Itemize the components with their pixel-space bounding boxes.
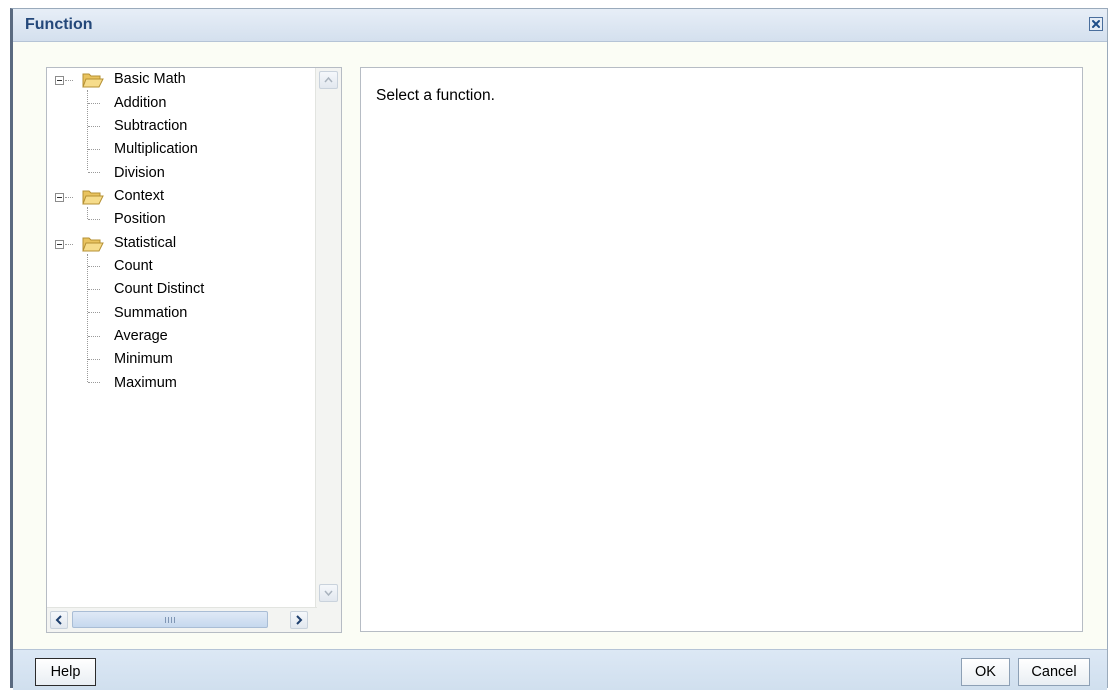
chevron-up-icon bbox=[324, 76, 333, 83]
tree-item-addition[interactable]: Addition bbox=[114, 93, 166, 113]
tree-item-summation[interactable]: Summation bbox=[114, 303, 187, 323]
function-tree-panel: Basic Math Addition Subtraction Multipli… bbox=[46, 67, 342, 633]
function-dialog: Function Basic Math Addition Subtraction… bbox=[10, 8, 1108, 690]
collapse-icon[interactable] bbox=[55, 76, 64, 85]
tree-vertical-scrollbar[interactable] bbox=[315, 68, 341, 609]
chevron-right-icon bbox=[296, 615, 303, 625]
cancel-button[interactable]: Cancel bbox=[1018, 658, 1090, 686]
tree-folder-basic-math[interactable]: Basic Math bbox=[114, 69, 186, 89]
collapse-icon[interactable] bbox=[55, 240, 64, 249]
tree-item-minimum[interactable]: Minimum bbox=[114, 349, 173, 369]
tree-item-count-distinct[interactable]: Count Distinct bbox=[114, 279, 204, 299]
function-tree: Basic Math Addition Subtraction Multipli… bbox=[47, 68, 312, 608]
tree-item-average[interactable]: Average bbox=[114, 326, 168, 346]
ok-button[interactable]: OK bbox=[961, 658, 1010, 686]
tree-horizontal-scrollbar[interactable] bbox=[47, 607, 317, 632]
tree-item-subtraction[interactable]: Subtraction bbox=[114, 116, 187, 136]
folder-open-icon bbox=[82, 190, 104, 205]
tree-item-position[interactable]: Position bbox=[114, 209, 166, 229]
dialog-titlebar[interactable]: Function bbox=[13, 9, 1107, 42]
chevron-down-icon bbox=[324, 590, 333, 597]
folder-open-icon bbox=[82, 73, 104, 88]
dialog-footer: Help OK Cancel bbox=[13, 649, 1107, 690]
tree-item-multiplication[interactable]: Multiplication bbox=[114, 139, 198, 159]
tree-item-division[interactable]: Division bbox=[114, 163, 165, 183]
close-icon[interactable] bbox=[1089, 17, 1103, 31]
dialog-title: Function bbox=[25, 16, 93, 33]
tree-folder-context[interactable]: Context bbox=[114, 186, 164, 206]
select-function-message: Select a function. bbox=[376, 87, 495, 104]
tree-item-count[interactable]: Count bbox=[114, 256, 153, 276]
chevron-left-icon bbox=[55, 615, 62, 625]
collapse-icon[interactable] bbox=[55, 193, 64, 202]
grip-icon bbox=[165, 617, 177, 623]
folder-open-icon bbox=[82, 237, 104, 252]
scrollbar-corner bbox=[315, 608, 341, 632]
tree-item-maximum[interactable]: Maximum bbox=[114, 373, 177, 393]
help-button[interactable]: Help bbox=[35, 658, 96, 686]
scroll-right-button[interactable] bbox=[290, 611, 308, 629]
scroll-left-button[interactable] bbox=[50, 611, 68, 629]
horizontal-scroll-thumb[interactable] bbox=[72, 611, 268, 628]
scroll-up-button[interactable] bbox=[319, 71, 338, 89]
function-detail-panel: Select a function. bbox=[360, 67, 1083, 632]
scroll-down-button[interactable] bbox=[319, 584, 338, 602]
tree-folder-statistical[interactable]: Statistical bbox=[114, 233, 176, 253]
